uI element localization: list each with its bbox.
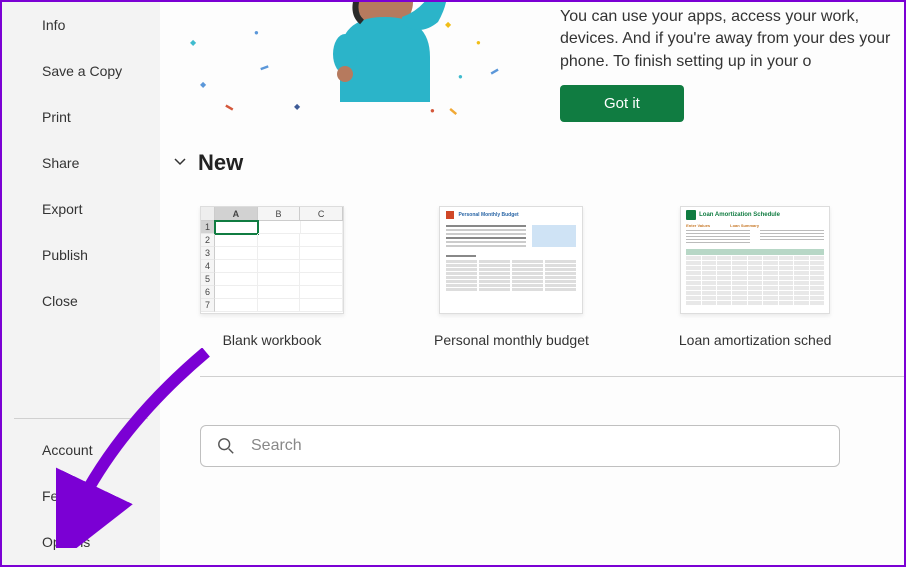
template-thumbnail: ABC 1 2 3 4 5 6 7: [200, 206, 344, 314]
search-section: [200, 425, 904, 467]
sidebar-item-share[interactable]: Share: [2, 140, 160, 186]
got-it-button[interactable]: Got it: [560, 85, 684, 122]
template-label: Loan amortization sched: [679, 332, 832, 348]
section-title: New: [198, 150, 243, 176]
sidebar-item-account[interactable]: Account: [2, 427, 160, 473]
sidebar-item-close[interactable]: Close: [2, 278, 160, 324]
hero-text: You can use your apps, access your work,…: [560, 2, 904, 142]
template-label: Blank workbook: [223, 332, 322, 348]
sidebar-item-feedback[interactable]: Feedback: [2, 473, 160, 519]
template-gallery: ABC 1 2 3 4 5 6 7 Blank workbook Persona…: [160, 176, 904, 348]
template-label: Personal monthly budget: [434, 332, 589, 348]
sidebar-item-export[interactable]: Export: [2, 186, 160, 232]
sidebar-divider: [14, 418, 148, 419]
template-loan-amortization[interactable]: Loan Amortization Schedule Enter ValuesL…: [679, 206, 832, 348]
search-icon: [217, 437, 235, 455]
sidebar-item-options[interactable]: Options: [2, 519, 160, 565]
chevron-down-icon: [172, 153, 188, 174]
backstage-main: ◆ ◆ ▬ ● ▬ ◆ ◆ ● ● ▬ ● ▬ You can use your…: [160, 2, 904, 565]
template-thumbnail: Personal Monthly Budget: [439, 206, 583, 314]
new-section-header[interactable]: New: [160, 142, 904, 176]
hero-illustration: ◆ ◆ ▬ ● ▬ ◆ ◆ ● ● ▬ ● ▬: [180, 2, 560, 142]
hero-banner: ◆ ◆ ▬ ● ▬ ◆ ◆ ● ● ▬ ● ▬ You can use your…: [160, 2, 904, 142]
template-personal-monthly-budget[interactable]: Personal Monthly Budget: [434, 206, 589, 348]
sidebar-item-save-a-copy[interactable]: Save a Copy: [2, 48, 160, 94]
sidebar-item-print[interactable]: Print: [2, 94, 160, 140]
search-input[interactable]: [251, 437, 823, 455]
sidebar-item-publish[interactable]: Publish: [2, 232, 160, 278]
templates-divider: [200, 376, 904, 377]
sidebar-item-info[interactable]: Info: [2, 2, 160, 48]
backstage-sidebar: Info Save a Copy Print Share Export Publ…: [2, 2, 160, 565]
search-box[interactable]: [200, 425, 840, 467]
template-thumbnail: Loan Amortization Schedule Enter ValuesL…: [680, 206, 830, 314]
template-blank-workbook[interactable]: ABC 1 2 3 4 5 6 7 Blank workbook: [200, 206, 344, 348]
person-illustration-icon: [300, 2, 450, 122]
